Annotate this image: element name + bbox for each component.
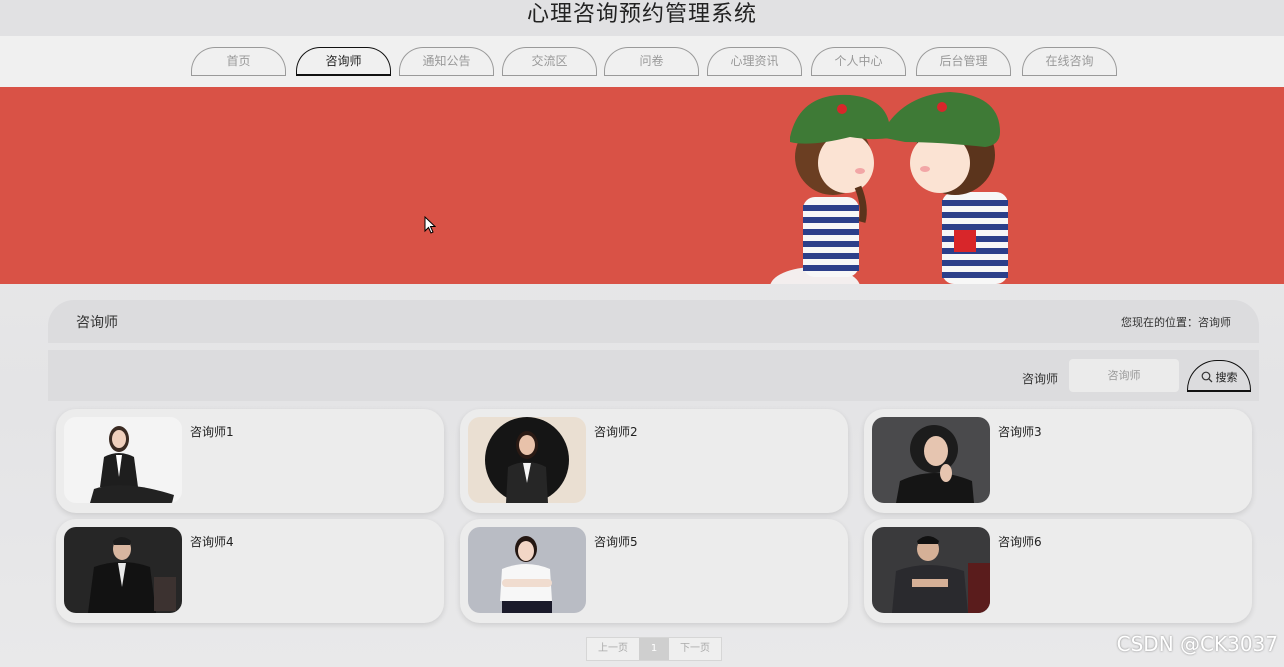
- counselor-name[interactable]: 咨询师3: [998, 423, 1042, 440]
- search-input[interactable]: [1069, 359, 1179, 392]
- section-header: 咨询师 您现在的位置：咨询师: [48, 300, 1259, 343]
- counselor-card[interactable]: 咨询师4: [56, 519, 444, 623]
- counselor-photo[interactable]: [468, 417, 586, 503]
- counselor-photo[interactable]: [468, 527, 586, 613]
- breadcrumb: 您现在的位置：咨询师: [1121, 316, 1231, 329]
- search-label: 咨询师: [1022, 372, 1059, 386]
- section-title: 咨询师: [76, 315, 118, 331]
- counselor-photo[interactable]: [64, 417, 182, 503]
- nav-tab-notices[interactable]: 通知公告: [399, 47, 494, 76]
- nav-tab-counselors[interactable]: 咨询师: [296, 47, 391, 76]
- pagination: 上一页 1 下一页: [586, 637, 722, 661]
- counselor-photo[interactable]: [872, 417, 990, 503]
- counselor-card[interactable]: 咨询师3: [864, 409, 1252, 513]
- counselor-card[interactable]: 咨询师5: [460, 519, 848, 623]
- counselor-name[interactable]: 咨询师4: [190, 533, 234, 550]
- search-icon: [1201, 371, 1212, 382]
- nav-tab-online-consult[interactable]: 在线咨询: [1022, 47, 1117, 76]
- nav-tab-admin[interactable]: 后台管理: [916, 47, 1011, 76]
- nav-tab-news[interactable]: 心理资讯: [707, 47, 802, 76]
- watermark: CSDN @CK3037: [1116, 632, 1278, 656]
- counselor-card[interactable]: 咨询师2: [460, 409, 848, 513]
- counselor-name[interactable]: 咨询师2: [594, 423, 638, 440]
- hero-banner[interactable]: [0, 87, 1284, 284]
- page-number-current[interactable]: 1: [639, 638, 669, 660]
- site-title: 心理咨询预约管理系统: [526, 2, 757, 27]
- nav-tab-forum[interactable]: 交流区: [502, 47, 597, 76]
- counselor-photo[interactable]: [872, 527, 990, 613]
- site-header: 心理咨询预约管理系统: [0, 0, 1284, 36]
- counselor-card[interactable]: 咨询师1: [56, 409, 444, 513]
- next-page-button[interactable]: 下一页: [669, 638, 721, 660]
- nav-tab-survey[interactable]: 问卷: [604, 47, 699, 76]
- counselor-name[interactable]: 咨询师1: [190, 423, 234, 440]
- search-button-label: 搜索: [1215, 370, 1238, 384]
- mouse-cursor-icon: [424, 216, 436, 234]
- nav-tab-profile[interactable]: 个人中心: [811, 47, 906, 76]
- counselor-photo[interactable]: [64, 527, 182, 613]
- nav-tab-home[interactable]: 首页: [191, 47, 286, 76]
- prev-page-button[interactable]: 上一页: [587, 638, 639, 660]
- search-bar: 咨询师 搜索: [48, 350, 1259, 401]
- main-nav: 首页 咨询师 通知公告 交流区 问卷 心理资讯 个人中心 后台管理 在线咨询: [0, 36, 1284, 87]
- counselor-name[interactable]: 咨询师5: [594, 533, 638, 550]
- search-button[interactable]: 搜索: [1187, 360, 1251, 392]
- counselor-card[interactable]: 咨询师6: [864, 519, 1252, 623]
- cartoon-couple-illustration: [770, 92, 1008, 284]
- counselor-name[interactable]: 咨询师6: [998, 533, 1042, 550]
